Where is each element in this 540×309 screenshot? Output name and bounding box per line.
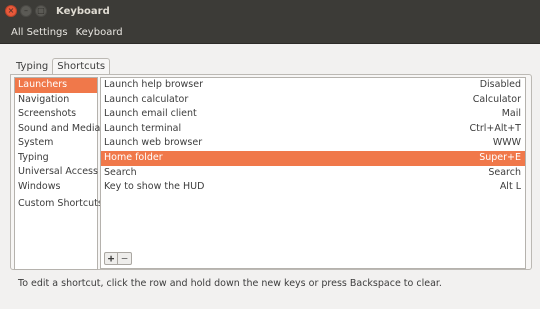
category-navigation[interactable]: Navigation <box>15 93 97 108</box>
maximize-window-button[interactable]: □ <box>35 5 47 17</box>
shortcut-key: Ctrl+Alt+T <box>469 122 522 134</box>
shortcut-key: Disabled <box>479 79 521 90</box>
shortcut-row[interactable]: Key to show the HUD Alt L <box>101 180 525 195</box>
category-universal-access[interactable]: Universal Access <box>15 165 98 180</box>
shortcut-list: Launch help browser Disabled Launch calc… <box>100 77 526 269</box>
remove-shortcut-button[interactable]: − <box>118 252 132 265</box>
shortcut-key: Mail <box>501 108 521 120</box>
category-launchers[interactable]: Launchers <box>15 78 97 93</box>
shortcut-key: WWW <box>492 137 521 149</box>
plus-icon: + <box>107 252 115 265</box>
keyboard-breadcrumb-button[interactable]: Keyboard <box>72 27 127 38</box>
minus-icon: − <box>121 252 128 265</box>
shortcut-action: Launch web browser <box>104 137 203 149</box>
shortcut-row[interactable]: Launch email client Mail <box>101 107 525 122</box>
category-typing[interactable]: Typing <box>15 151 97 166</box>
category-custom-shortcuts[interactable]: Custom Shortcuts <box>15 197 103 212</box>
shortcut-row[interactable]: Launch terminal Ctrl+Alt+T <box>101 122 525 137</box>
shortcut-action: Launch calculator <box>104 93 189 105</box>
shortcut-action: Key to show the HUD <box>104 181 205 193</box>
minimize-icon: – <box>24 6 28 15</box>
window-controls: × – □ <box>5 5 50 17</box>
all-settings-button[interactable]: All Settings <box>7 27 72 38</box>
tab-bar: Typing Shortcuts <box>12 58 111 76</box>
shortcut-action: Launch email client <box>104 108 197 120</box>
shortcut-key: Search <box>488 166 521 178</box>
minimize-window-button[interactable]: – <box>20 5 32 17</box>
shortcut-action: Launch help browser <box>104 79 203 90</box>
category-windows[interactable]: Windows <box>15 180 97 195</box>
close-icon: × <box>7 6 15 15</box>
shortcut-key: Calculator <box>472 93 521 105</box>
shortcut-row[interactable]: Launch web browser WWW <box>101 136 525 151</box>
close-window-button[interactable]: × <box>5 5 17 17</box>
shortcut-key: Super+E <box>479 151 521 163</box>
shortcut-list-toolbar: + − <box>104 252 132 266</box>
shortcut-row[interactable]: Launch help browser Disabled <box>101 78 525 93</box>
category-screenshots[interactable]: Screenshots <box>15 107 97 122</box>
window-title: Keyboard <box>56 5 110 17</box>
help-text: To edit a shortcut, click the row and ho… <box>18 278 442 289</box>
shortcut-key: Alt L <box>499 181 521 193</box>
shortcut-action: Launch terminal <box>104 122 182 134</box>
maximize-icon: □ <box>37 6 45 15</box>
shortcut-action: Home folder <box>104 151 163 163</box>
navigation-toolbar: All Settings Keyboard <box>0 22 540 44</box>
window-titlebar: × – □ Keyboard <box>0 0 540 22</box>
shortcut-row[interactable]: Search Search <box>101 166 525 181</box>
tab-typing[interactable]: Typing <box>12 58 52 75</box>
shortcut-action: Search <box>104 166 137 178</box>
category-system[interactable]: System <box>15 136 97 151</box>
shortcut-row[interactable]: Launch calculator Calculator <box>101 93 525 108</box>
category-sound-and-media[interactable]: Sound and Media <box>15 122 100 137</box>
category-list: Launchers Navigation Screenshots Sound a… <box>14 77 103 270</box>
shortcut-row-selected[interactable]: Home folder Super+E <box>101 150 525 166</box>
add-shortcut-button[interactable]: + <box>104 252 118 265</box>
